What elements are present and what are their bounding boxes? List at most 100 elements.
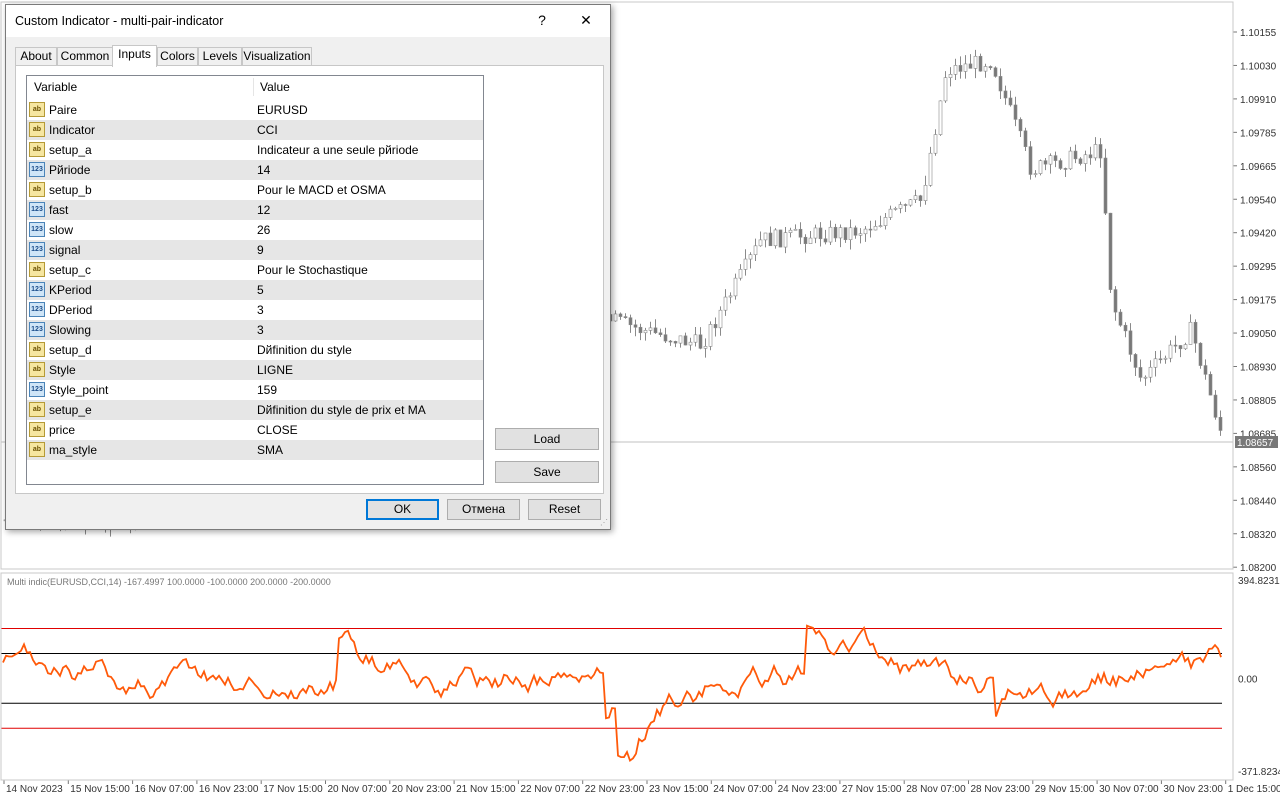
price-label: 1.08440: [1240, 496, 1277, 507]
variable-value[interactable]: 26: [257, 220, 270, 240]
bear-candle: [618, 313, 623, 317]
bull-candle: [953, 65, 958, 75]
time-label: 27 Nov 15:00: [842, 784, 902, 795]
bull-candle: [928, 152, 933, 186]
dialog-titlebar[interactable]: Custom Indicator - multi-pair-indicator …: [6, 5, 610, 37]
ok-button[interactable]: OK: [366, 499, 439, 520]
table-row[interactable]: ab Indicator CCI: [27, 120, 483, 140]
variable-value[interactable]: LIGNE: [257, 360, 293, 380]
variable-value[interactable]: Pour le Stochastique: [257, 260, 368, 280]
price-label: 1.08560: [1240, 463, 1277, 474]
tab-colors[interactable]: Colors: [157, 47, 198, 66]
bull-candle: [898, 204, 903, 209]
table-row[interactable]: 123 fast 12: [27, 200, 483, 220]
table-row[interactable]: 123 signal 9: [27, 240, 483, 260]
variable-value[interactable]: 3: [257, 300, 264, 320]
variable-value[interactable]: Pour le MACD et OSMA: [257, 180, 386, 200]
variable-value[interactable]: 9: [257, 240, 264, 260]
column-divider[interactable]: [253, 78, 254, 96]
bear-candle: [1123, 324, 1128, 332]
column-header-variable[interactable]: Variable: [34, 76, 77, 98]
tab-about[interactable]: About: [15, 47, 57, 66]
variable-name: Pйriode: [49, 163, 91, 177]
resize-grip-icon[interactable]: ⋰: [600, 519, 608, 527]
bear-candle: [958, 65, 963, 72]
bull-candle: [888, 208, 893, 218]
variable-value[interactable]: Indicateur a une seule pйriode: [257, 140, 418, 160]
bear-candle: [998, 76, 1003, 92]
tab-common[interactable]: Common: [57, 47, 113, 66]
table-row[interactable]: ab setup_a Indicateur a une seule pйriode: [27, 140, 483, 160]
bull-candle: [758, 239, 763, 247]
bull-candle: [883, 217, 888, 226]
variable-value[interactable]: 159: [257, 380, 277, 400]
variable-value[interactable]: 12: [257, 200, 270, 220]
string-type-icon: ab: [29, 182, 45, 197]
bear-candle: [1178, 345, 1183, 350]
bear-candle: [683, 335, 688, 346]
bear-candle: [1028, 146, 1033, 175]
bull-candle: [753, 245, 758, 256]
variable-value[interactable]: 3: [257, 320, 264, 340]
variable-value[interactable]: Dйfinition du style: [257, 340, 352, 360]
column-header-value[interactable]: Value: [260, 76, 290, 98]
reset-button[interactable]: Reset: [528, 499, 601, 520]
variable-value[interactable]: EURUSD: [257, 100, 308, 120]
save-button[interactable]: Save: [495, 461, 599, 483]
close-button[interactable]: ✕: [578, 12, 594, 30]
tab-levels[interactable]: Levels: [198, 47, 242, 66]
number-type-icon: 123: [29, 302, 45, 317]
table-row[interactable]: ab setup_c Pour le Stochastique: [27, 260, 483, 280]
variable-value[interactable]: SMA: [257, 440, 283, 460]
string-type-icon: ab: [29, 362, 45, 377]
bull-candle: [613, 313, 618, 322]
bull-candle: [763, 232, 768, 241]
bull-candle: [1153, 358, 1158, 368]
tab-visualization[interactable]: Visualization: [242, 47, 312, 66]
bull-candle: [703, 346, 708, 349]
price-label: 1.09050: [1240, 329, 1277, 340]
tab-inputs[interactable]: Inputs: [112, 45, 157, 67]
price-label: 1.09420: [1240, 229, 1277, 240]
bull-candle: [828, 226, 833, 243]
variable-value[interactable]: CLOSE: [257, 420, 298, 440]
number-type-icon: 123: [29, 322, 45, 337]
help-button[interactable]: ?: [534, 12, 550, 30]
current-price-label: 1.08657: [1237, 438, 1274, 449]
table-row[interactable]: 123 KPeriod 5: [27, 280, 483, 300]
bull-candle: [1188, 321, 1193, 345]
variable-value[interactable]: 14: [257, 160, 270, 180]
variable-value[interactable]: 5: [257, 280, 264, 300]
bear-candle: [1118, 311, 1123, 326]
cancel-button[interactable]: Отмена: [447, 499, 520, 520]
time-label: 29 Nov 15:00: [1035, 784, 1095, 795]
table-row[interactable]: 123 slow 26: [27, 220, 483, 240]
table-row[interactable]: 123 Pйriode 14: [27, 160, 483, 180]
table-row[interactable]: ab Paire EURUSD: [27, 100, 483, 120]
bull-candle: [773, 229, 778, 247]
table-row[interactable]: 123 Style_point 159: [27, 380, 483, 400]
table-row[interactable]: 123 DPeriod 3: [27, 300, 483, 320]
variable-name: KPeriod: [49, 283, 92, 297]
time-label: 24 Nov 07:00: [713, 784, 773, 795]
variable-value[interactable]: CCI: [257, 120, 278, 140]
bull-candle: [788, 229, 793, 233]
table-row[interactable]: ab setup_d Dйfinition du style: [27, 340, 483, 360]
table-row[interactable]: ab setup_e Dйfinition du style de prix et …: [27, 400, 483, 420]
bear-candle: [823, 238, 828, 243]
variable-value[interactable]: Dйfinition du style de prix et MA: [257, 400, 426, 420]
load-button[interactable]: Load: [495, 428, 599, 450]
table-row[interactable]: ab ma_style SMA: [27, 440, 483, 460]
bull-candle: [648, 327, 653, 331]
bull-candle: [983, 66, 988, 72]
table-row[interactable]: 123 Slowing 3: [27, 320, 483, 340]
bear-candle: [803, 236, 808, 244]
bear-candle: [988, 66, 993, 69]
table-row[interactable]: ab Style LIGNE: [27, 360, 483, 380]
bear-candle: [1138, 367, 1143, 378]
table-row[interactable]: ab price CLOSE: [27, 420, 483, 440]
bear-candle: [1018, 119, 1023, 132]
table-row[interactable]: ab setup_b Pour le MACD et OSMA: [27, 180, 483, 200]
bear-candle: [1208, 374, 1213, 396]
bear-candle: [993, 67, 998, 77]
